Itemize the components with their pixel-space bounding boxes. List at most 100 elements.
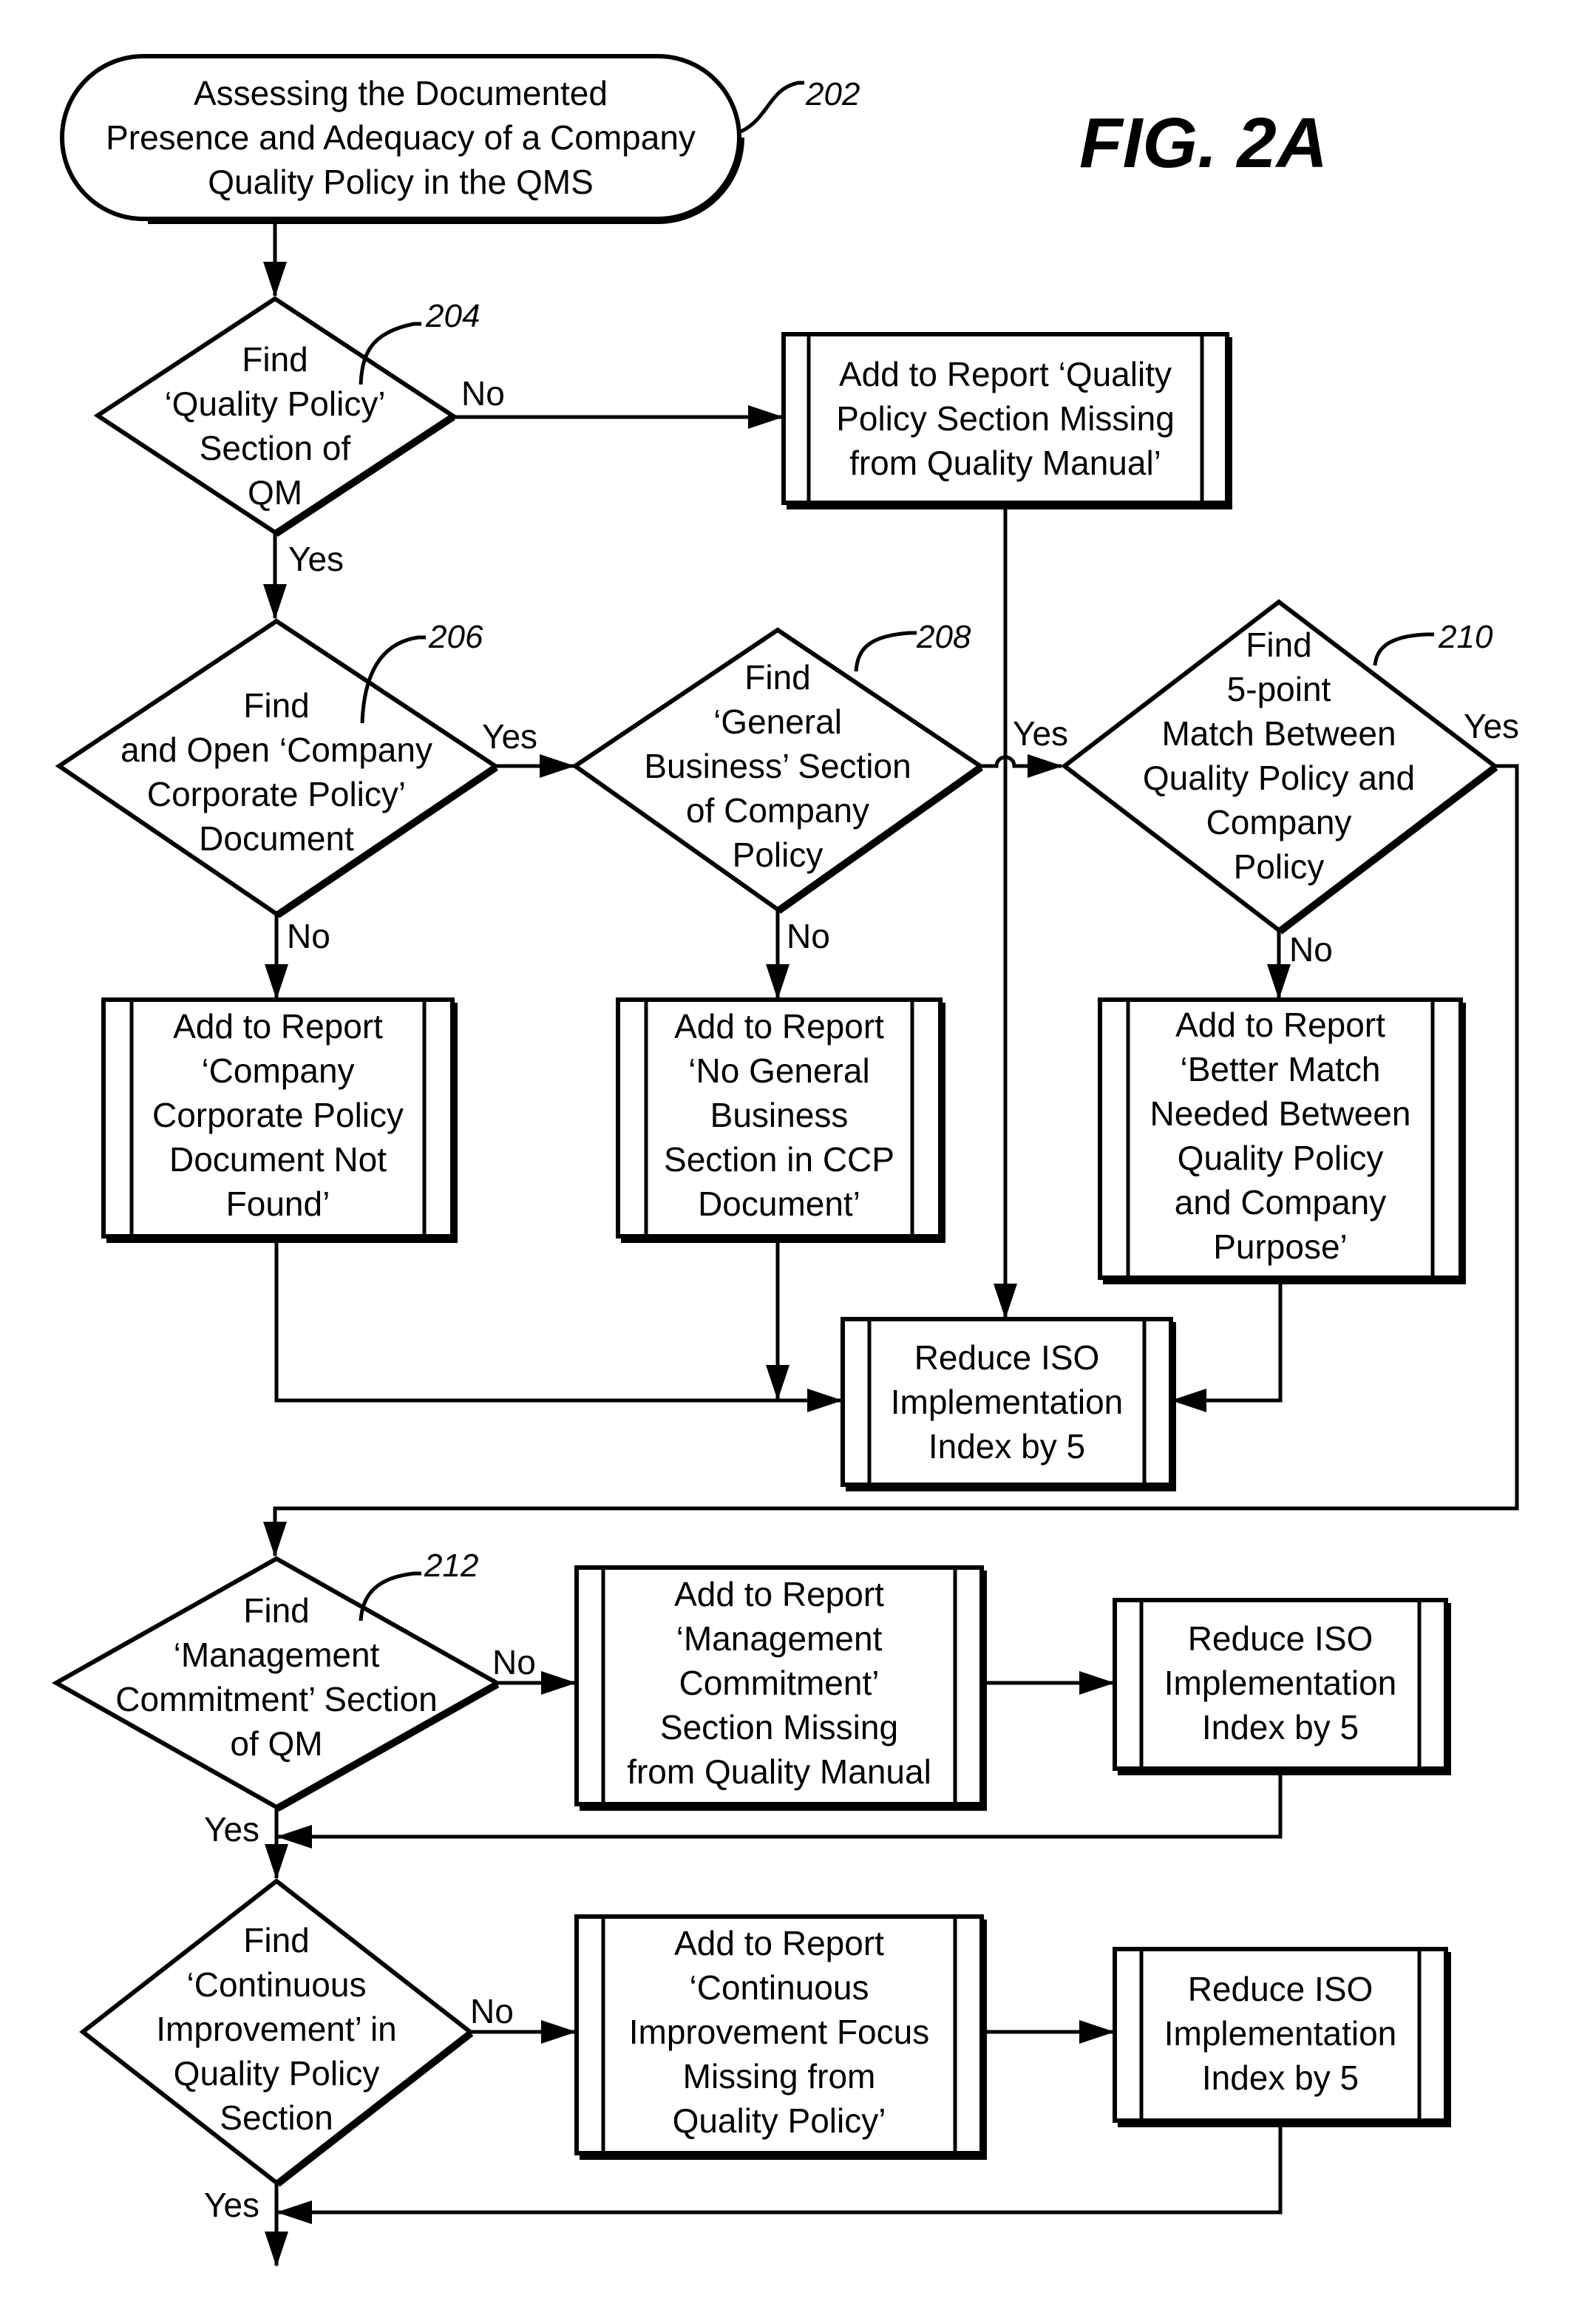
figure-title: FIG. 2A: [1079, 104, 1328, 183]
flowchart: FIG. 2A Assessing the Documented Presence…: [51, 54, 1519, 2267]
process-management-commitment-missing: Add to Report ‘Management Commitment’ Secti…: [574, 1565, 987, 1811]
process-continuous-improvement-missing: Add to Report ‘Continuous Improvement Focu…: [574, 1914, 987, 2160]
edge-label-212-yes: Yes: [204, 1810, 259, 1849]
d210-text-line: Company: [1206, 803, 1352, 841]
start-terminator: Assessing the Documented Presence and Ade…: [60, 54, 744, 224]
d-ci-text-line: ‘Continuous: [187, 1965, 367, 2004]
p-bmn-text-line: Purpose’: [1213, 1227, 1348, 1266]
process-no-general-business-section: Add to Report ‘No General Business Section …: [616, 997, 945, 1243]
edge-label-ci-yes: Yes: [204, 2186, 259, 2224]
p-ccpnf-text-line: Document Not: [169, 1140, 387, 1179]
p-ccpnf-text-line: Add to Report: [173, 1007, 383, 1046]
p-reduce3-text-line: Reduce ISO: [1188, 1970, 1373, 2008]
start-text-line: Assessing the Documented: [194, 74, 608, 112]
p-bmn-text-line: Quality Policy: [1178, 1139, 1384, 1177]
p-ngbs-text-line: Add to Report: [674, 1007, 884, 1046]
d212-text-line: ‘Management: [174, 1636, 380, 1674]
d-ci-text-line: Improvement’ in: [156, 2010, 397, 2048]
d204-text-line: Find: [242, 340, 308, 379]
p-ccpnf-text-line: Found’: [226, 1185, 330, 1223]
p-cif-text-line: Quality Policy’: [673, 2101, 886, 2140]
process-reduce-iso-index-1: Reduce ISO Implementation Index by 5: [841, 1317, 1176, 1491]
p-reduce3-text-line: Index by 5: [1202, 2059, 1359, 2097]
decision-continuous-improvement: Find ‘Continuous Improvement’ in Quality Po…: [79, 1878, 474, 2187]
process-reduce-iso-index-3: Reduce ISO Implementation Index by 5: [1113, 1947, 1451, 2127]
decision-206: Find and Open ‘Company Corporate Policy’ Do…: [55, 618, 500, 918]
d204-text-line: Section of: [200, 429, 351, 467]
p-bmn-text-line: ‘Better Match: [1181, 1050, 1381, 1088]
d208-text-line: Policy: [733, 836, 824, 874]
arrow-bmn-to-reduce1: [1171, 1279, 1283, 1412]
p-ccpnf-text-line: ‘Company: [201, 1051, 354, 1090]
d208-text-line: of Company: [686, 791, 869, 830]
d210-text-line: 5-point: [1227, 670, 1331, 708]
d204-text-line: QM: [248, 473, 302, 512]
edge-label-206-no: No: [287, 917, 330, 955]
start-text-line: Quality Policy in the QMS: [208, 163, 594, 201]
p-cif-text-line: ‘Continuous: [690, 1968, 869, 2007]
arrow-208-yes: [982, 754, 1063, 778]
edge-label-204-no: No: [461, 374, 505, 413]
p-ngbs-text-line: Section in CCP: [664, 1140, 894, 1179]
p-mcsm-text-line: ‘Management: [676, 1619, 883, 1658]
p-reduce2-text-line: Index by 5: [1202, 1708, 1359, 1746]
edge-label-210-no: No: [1289, 930, 1333, 969]
ref-label-206: 206: [428, 619, 483, 655]
p-ngbs-text-line: Document’: [698, 1185, 860, 1223]
d212-text-line: of QM: [230, 1724, 322, 1763]
p-reduce3-text-line: Implementation: [1164, 2014, 1397, 2053]
p-bmn-text-line: and Company: [1175, 1183, 1386, 1222]
d206-text-line: and Open ‘Company: [120, 731, 432, 769]
p-ccpnf-text-line: Corporate Policy: [152, 1096, 404, 1134]
p-qpsm-text-line: from Quality Manual’: [849, 444, 1161, 482]
p-reduce2-text-line: Implementation: [1164, 1664, 1397, 1702]
d206-text-line: Corporate Policy’: [147, 775, 406, 813]
edge-label-208-no: No: [787, 917, 830, 955]
decision-210: Find 5-point Match Between Quality Policy a…: [1061, 599, 1498, 935]
p-cif-text-line: Missing from: [683, 2057, 876, 2095]
ref-label-204: 204: [425, 298, 480, 334]
edge-label-206-yes: Yes: [482, 717, 537, 756]
p-qpsm-text-line: Add to Report ‘Quality: [839, 355, 1172, 393]
edge-label-204-yes: Yes: [288, 540, 344, 578]
d210-text-line: Match Between: [1161, 714, 1396, 753]
d-ci-text-line: Section: [220, 2098, 333, 2137]
ref-label-210: 210: [1438, 619, 1493, 655]
d208-text-line: ‘General: [713, 702, 842, 741]
p-mcsm-text-line: Add to Report: [674, 1575, 884, 1613]
d208-text-line: Find: [744, 658, 810, 697]
p-bmn-text-line: Add to Report: [1175, 1006, 1385, 1044]
p-reduce2-text-line: Reduce ISO: [1188, 1619, 1373, 1658]
d210-text-line: Quality Policy and: [1143, 759, 1415, 797]
decision-212: Find ‘Management Commitment’ Section of QM: [51, 1556, 502, 1812]
p-bmn-text-line: Needed Between: [1150, 1094, 1411, 1133]
p-cif-text-line: Improvement Focus: [629, 2013, 929, 2051]
arrow-ccpnf-to-reduce1: [274, 1238, 843, 1412]
ref-leader-210: [1373, 632, 1434, 666]
p-ngbs-text-line: Business: [710, 1096, 849, 1134]
process-better-match-needed: Add to Report ‘Better Match Needed Between…: [1098, 997, 1466, 1284]
p-reduce1-text-line: Implementation: [891, 1383, 1124, 1421]
p-ngbs-text-line: ‘No General: [688, 1051, 869, 1090]
start-text-line: Presence and Adequacy of a Company: [106, 118, 696, 157]
decision-208: Find ‘General Business’ Section of Company P…: [571, 627, 985, 914]
ref-leader-202: [739, 81, 804, 134]
edge-label-212-no: No: [492, 1643, 536, 1681]
ref-label-208: 208: [916, 619, 971, 655]
process-reduce-iso-index-2: Reduce ISO Implementation Index by 5: [1113, 1598, 1451, 1775]
d206-text-line: Document: [199, 819, 354, 858]
d210-text-line: Policy: [1234, 847, 1325, 886]
d210-text-line: Find: [1246, 626, 1311, 664]
d212-text-line: Find: [243, 1591, 309, 1630]
edge-label-208-yes: Yes: [1013, 714, 1068, 753]
d208-text-line: Business’ Section: [644, 747, 911, 785]
d212-text-line: Commitment’ Section: [115, 1680, 437, 1718]
d-ci-text-line: Find: [243, 1921, 309, 1959]
process-quality-policy-section-missing: Add to Report ‘Quality Policy Section Mis…: [781, 332, 1232, 509]
p-cif-text-line: Add to Report: [674, 1924, 884, 1962]
p-mcsm-text-line: Commitment’: [679, 1664, 880, 1702]
decision-204: Find ‘Quality Policy’ Section of QM: [93, 296, 457, 537]
ref-label-212: 212: [424, 1548, 478, 1584]
d206-text-line: Find: [243, 686, 309, 725]
ref-label-202: 202: [805, 76, 860, 112]
